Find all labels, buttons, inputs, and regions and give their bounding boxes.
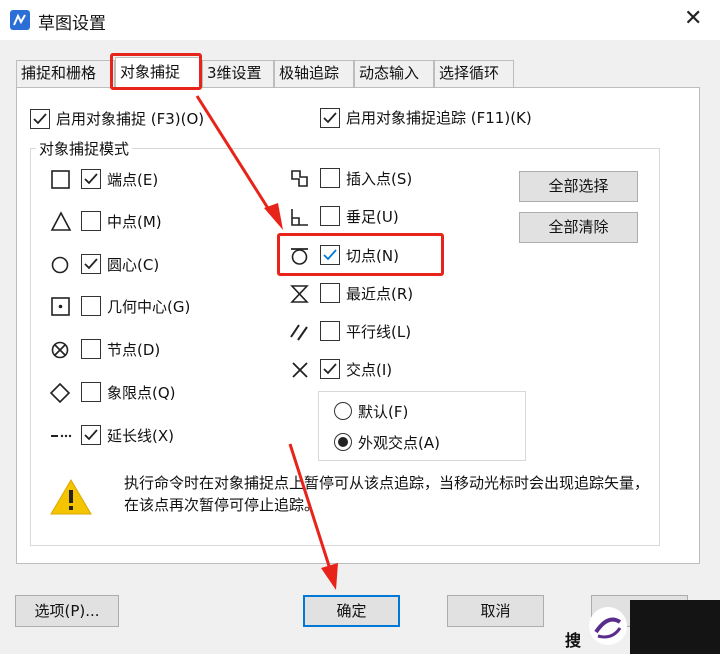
node-checkbox[interactable] (81, 339, 101, 359)
warning-icon (49, 478, 93, 520)
snap-modes-group-label: 对象捕捉模式 (36, 138, 133, 159)
intersection-snap-icon (288, 358, 312, 382)
insert-label: 插入点(S) (346, 170, 413, 188)
tab-dynamic-input[interactable]: 动态输入 (354, 60, 434, 87)
endpoint-checkbox[interactable] (81, 169, 101, 189)
midpoint-checkbox[interactable] (81, 211, 101, 231)
insert-checkbox[interactable] (320, 168, 340, 188)
center-label: 圆心(C) (107, 256, 160, 274)
clear-all-button[interactable]: 全部清除 (519, 212, 638, 243)
enable-tracking-label: 启用对象捕捉追踪 (F11)(K) (346, 109, 532, 127)
tab-polar-tracking[interactable]: 极轴追踪 (274, 60, 354, 87)
enable-snap-checkbox[interactable] (30, 109, 50, 129)
nearest-checkbox[interactable] (320, 283, 340, 303)
perpendicular-label: 垂足(U) (346, 208, 399, 226)
node-label: 节点(D) (107, 341, 161, 359)
diamond-snap-icon (49, 381, 73, 405)
close-icon[interactable]: ✕ (684, 8, 702, 30)
tangent-label: 切点(N) (346, 247, 399, 265)
midpoint-label: 中点(M) (107, 213, 162, 231)
default-radio[interactable] (334, 402, 352, 420)
tab-object-snap[interactable]: 对象捕捉 (115, 57, 202, 88)
extension-snap-icon (49, 424, 73, 448)
select-all-button[interactable]: 全部选择 (519, 171, 638, 202)
watermark-dark-block (630, 600, 720, 654)
intersection-checkbox[interactable] (320, 359, 340, 379)
perpendicular-snap-icon (288, 205, 312, 229)
options-button[interactable]: 选项(P)... (15, 595, 119, 627)
tangent-checkbox[interactable] (320, 245, 340, 265)
enable-snap-label: 启用对象捕捉 (F3)(O) (56, 110, 205, 128)
watermark-logo-icon (586, 604, 630, 648)
dialog-title: 草图设置 (38, 14, 106, 34)
endpoint-label: 端点(E) (107, 171, 159, 189)
parallel-label: 平行线(L) (346, 323, 412, 341)
default-radio-label: 默认(F) (358, 403, 409, 421)
tab-3d-settings[interactable]: 3维设置 (202, 60, 274, 87)
perpendicular-checkbox[interactable] (320, 206, 340, 226)
geometric-center-checkbox[interactable] (81, 296, 101, 316)
watermark-text: 搜 (565, 631, 582, 650)
triangle-snap-icon (49, 210, 73, 234)
tangent-snap-icon (288, 244, 312, 268)
ok-button[interactable]: 确定 (303, 595, 400, 627)
circle-snap-icon (49, 253, 73, 277)
insert-snap-icon (288, 167, 312, 191)
extension-label: 延长线(X) (107, 427, 174, 445)
apparent-intersection-radio[interactable] (334, 433, 352, 451)
intersection-label: 交点(I) (346, 361, 393, 379)
dotted-square-snap-icon (49, 295, 73, 319)
parallel-checkbox[interactable] (320, 321, 340, 341)
extension-checkbox[interactable] (81, 425, 101, 445)
enable-tracking-checkbox[interactable] (320, 108, 340, 128)
nearest-label: 最近点(R) (346, 285, 414, 303)
node-snap-icon (49, 338, 73, 362)
quadrant-checkbox[interactable] (81, 382, 101, 402)
tab-snap-grid[interactable]: 捕捉和栅格 (16, 60, 115, 87)
tab-selection-cycling[interactable]: 选择循环 (434, 60, 514, 87)
parallel-snap-icon (288, 320, 312, 344)
cancel-button[interactable]: 取消 (447, 595, 544, 627)
apparent-intersection-radio-label: 外观交点(A) (358, 434, 440, 452)
quadrant-label: 象限点(Q) (107, 384, 176, 402)
nearest-snap-icon (288, 282, 312, 306)
tracking-description: 执行命令时在对象捕捉点上暂停可从该点追踪，当移动光标时会出现追踪矢量，在该点再次… (124, 474, 650, 514)
title-bar: 草图设置 ✕ (0, 0, 720, 40)
center-checkbox[interactable] (81, 254, 101, 274)
app-icon (10, 10, 30, 30)
radio-selected-dot (338, 437, 348, 447)
geometric-center-label: 几何中心(G) (107, 298, 191, 316)
square-snap-icon (49, 168, 73, 192)
